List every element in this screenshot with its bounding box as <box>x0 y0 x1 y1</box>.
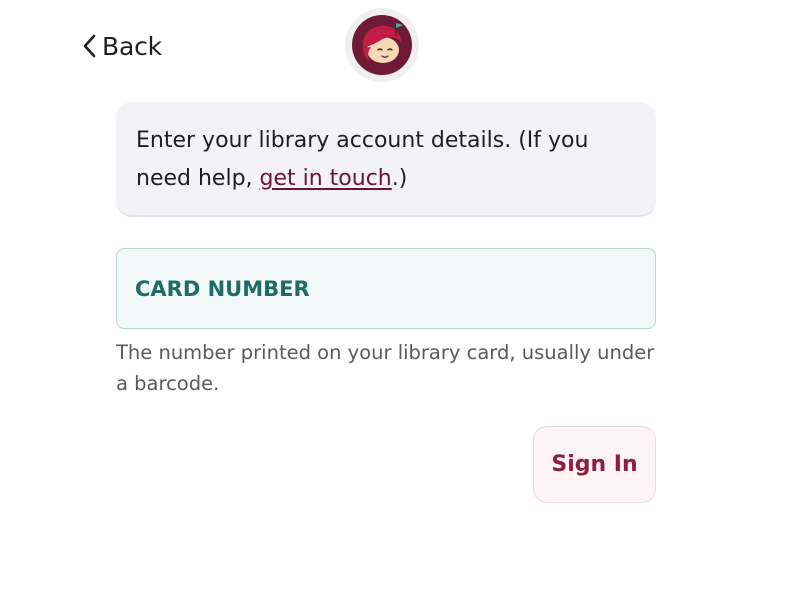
card-number-input[interactable] <box>135 276 655 301</box>
get-in-touch-link[interactable]: get in touch <box>260 166 392 191</box>
info-message: Enter your library account details. (If … <box>116 102 656 217</box>
libby-logo <box>345 8 419 82</box>
card-number-helper: The number printed on your library card,… <box>116 341 655 395</box>
sign-in-button[interactable]: Sign In <box>533 426 656 503</box>
back-label: Back <box>102 31 162 61</box>
info-text-after: .) <box>391 166 408 191</box>
chevron-left-icon <box>83 34 96 58</box>
back-button[interactable]: Back <box>80 28 162 64</box>
sign-in-page: Back Enter your library account details.… <box>0 0 796 592</box>
card-number-field[interactable] <box>116 248 656 329</box>
libby-logo-icon <box>352 15 412 75</box>
